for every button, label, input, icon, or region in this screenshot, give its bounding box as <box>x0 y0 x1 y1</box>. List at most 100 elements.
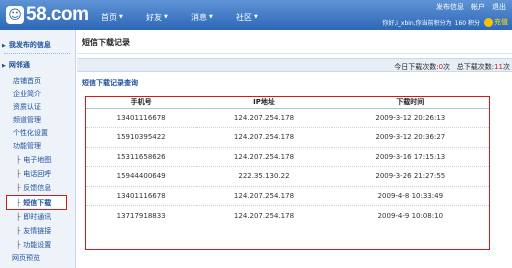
total-count-label: 总下载次数: <box>456 63 495 71</box>
ip-cell: 124.207.254.178 <box>196 186 332 206</box>
title-divider <box>77 53 512 54</box>
58-logo-icon: ☺ <box>6 6 24 24</box>
sidebar-divider <box>4 53 70 54</box>
nav-community-label: 社区 <box>236 12 252 22</box>
download-counts: 今日下载次数:0次 总下载次数:11次 <box>394 62 510 72</box>
table-header-row: 手机号 IP地址 下载时间 <box>86 97 489 109</box>
logo-text: 58.com <box>26 4 89 25</box>
nav-friends-label: 好友 <box>146 12 162 22</box>
time-cell: 2009-3-26 21:27:55 <box>331 166 489 187</box>
tree-branch-icon: ├ <box>16 184 21 192</box>
page-title: 短信下载记录 <box>82 38 130 47</box>
time-cell: 2009-4-9 10:08:10 <box>377 211 444 220</box>
sidebar-item-map[interactable]: ├ 电子地图 <box>16 155 51 165</box>
phone-cell: 13401116678 <box>86 108 197 128</box>
phone-cell: 13717918833 <box>116 211 166 220</box>
sidebar-item-shop-home[interactable]: 店铺首页 <box>13 76 41 86</box>
phone-cell: 15910395422 <box>86 127 197 148</box>
triangle-right-icon: ▶ <box>2 63 6 69</box>
tree-branch-icon: ├ <box>16 241 21 249</box>
sidebar-item-function-settings-label: 功能设置 <box>23 241 52 249</box>
sidebar-item-links[interactable]: ├ 友情链接 <box>16 226 51 236</box>
recharge-link[interactable]: 充值 <box>494 17 508 27</box>
ip-cell: 222.35.130.22 <box>196 166 332 187</box>
site-logo[interactable]: ☺ 58.com <box>6 4 89 26</box>
tree-branch-icon: ├ <box>16 170 21 178</box>
phone-cell: 13401116678 <box>86 186 197 206</box>
sidebar-shop[interactable]: ▶ 网邻通 <box>2 60 30 70</box>
triangle-right-icon: ▶ <box>2 43 6 49</box>
account-link[interactable]: 帐户 <box>471 2 485 12</box>
nav-messages[interactable]: 消息 ▼ <box>182 10 226 24</box>
main-nav: 首页 ▼ 好友 ▼ 消息 ▼ 社区 ▼ <box>92 10 272 24</box>
column-header-ip: IP地址 <box>196 97 332 109</box>
top-header: ☺ 58.com 首页 ▼ 好友 ▼ 消息 ▼ 社区 ▼ 发布信息 帐户 退出 … <box>0 0 512 30</box>
ip-cell: 124.207.254.178 <box>233 211 295 220</box>
nav-home[interactable]: 首页 ▼ <box>92 10 136 24</box>
top-links: 发布信息 帐户 退出 <box>429 2 506 12</box>
sidebar-shop-label: 网邻通 <box>8 61 30 69</box>
sidebar-item-company-intro[interactable]: 企业简介 <box>13 89 41 99</box>
main-content: 短信下载记录 今日下载次数:0次 总下载次数:11次 短信下载记录查询 手机号 … <box>77 30 512 268</box>
sidebar-item-map-label: 电子地图 <box>23 156 52 164</box>
ip-cell: 124.207.254.178 <box>196 127 332 148</box>
tree-branch-icon: ├ <box>16 156 21 164</box>
sidebar-item-channel-manage[interactable]: 频道管理 <box>13 115 41 125</box>
sidebar-item-callback[interactable]: ├ 电话回呼 <box>16 169 51 179</box>
sidebar-my-posts[interactable]: ▶ 我发布的信息 <box>2 40 51 50</box>
column-header-time: 下载时间 <box>331 97 489 109</box>
table-row: 13401116678 124.207.254.178 2009-4-8 10:… <box>86 186 489 206</box>
ip-cell: 124.207.254.178 <box>196 108 332 128</box>
today-count-label: 今日下载次数: <box>394 63 439 71</box>
phone-cell: 15944400649 <box>86 166 197 187</box>
sidebar-item-feedback-label: 反馈信息 <box>23 184 52 192</box>
chevron-down-icon: ▼ <box>164 14 168 20</box>
time-cell: 2009-3-16 17:15:13 <box>331 147 489 167</box>
sidebar-item-personalize[interactable]: 个性化设置 <box>13 128 48 138</box>
table-row: 13717918833 124.207.254.178 2009-4-9 10:… <box>86 206 489 226</box>
chevron-down-icon: ▼ <box>254 14 258 20</box>
sidebar-item-feedback[interactable]: ├ 反馈信息 <box>16 183 51 193</box>
sidebar-item-links-label: 友情链接 <box>23 227 52 235</box>
sms-download-text: 短信下载 <box>23 199 52 207</box>
table-row: 15311658626 124.207.254.178 2009-3-16 17… <box>86 147 489 167</box>
nav-messages-label: 消息 <box>191 12 207 22</box>
time-cell: 2009-3-12 20:26:13 <box>331 108 489 128</box>
nav-home-label: 首页 <box>101 12 117 22</box>
chevron-down-icon: ▼ <box>209 14 213 20</box>
sidebar-item-function-settings[interactable]: ├ 功能设置 <box>16 240 51 250</box>
sidebar-my-posts-label: 我发布的信息 <box>8 41 51 49</box>
table-row: 15910395422 124.207.254.178 2009-3-12 20… <box>86 127 489 148</box>
sidebar-item-im-label: 即时通讯 <box>23 213 52 221</box>
sidebar-item-callback-label: 电话回呼 <box>23 170 52 178</box>
nav-friends[interactable]: 好友 ▼ <box>137 10 181 24</box>
download-records-table: 手机号 IP地址 下载时间 13401116678 124.207.254.17… <box>85 96 490 250</box>
query-section-title: 短信下载记录查询 <box>82 79 138 87</box>
chevron-down-icon: ▼ <box>119 14 123 20</box>
sidebar: ▶ 我发布的信息 ▶ 网邻通 店铺首页 企业简介 资质认证 频道管理 个性化设置 功… <box>0 30 76 268</box>
sidebar-item-function-manage[interactable]: 功能管理 <box>13 141 41 151</box>
download-count-bar: 今日下载次数:0次 总下载次数:11次 <box>77 58 512 72</box>
tree-branch-icon: ├ <box>16 199 21 207</box>
total-count-value: 11 <box>494 63 503 71</box>
tree-branch-icon: ├ <box>16 213 21 221</box>
table-row: 15944400649 222.35.130.22 2009-3-26 21:2… <box>86 166 489 187</box>
ip-cell: 124.207.254.178 <box>196 147 332 167</box>
total-count-unit: 次 <box>503 63 510 71</box>
phone-cell: 15311658626 <box>86 147 197 167</box>
sidebar-item-sms-download-label: ├ 短信下载 <box>16 198 51 208</box>
time-cell: 2009-4-8 10:33:49 <box>331 186 489 206</box>
column-header-phone: 手机号 <box>86 97 197 109</box>
user-greeting: 你好,i_xbin,你当前积分为 <box>382 19 452 27</box>
coin-icon <box>484 17 493 27</box>
sidebar-item-page-preview[interactable]: 网页预览 <box>12 253 40 263</box>
table-row: 13401116678 124.207.254.178 2009-3-12 20… <box>86 108 489 128</box>
post-info-link[interactable]: 发布信息 <box>436 2 464 12</box>
sidebar-item-certification[interactable]: 资质认证 <box>13 102 41 112</box>
nav-community[interactable]: 社区 ▼ <box>227 10 271 24</box>
tree-branch-icon: ├ <box>16 227 21 235</box>
logout-link[interactable]: 退出 <box>492 2 506 12</box>
time-cell: 2009-3-12 20:36:27 <box>331 127 489 148</box>
today-count-unit: 次 <box>443 63 451 71</box>
sidebar-item-im[interactable]: ├ 即时通讯 <box>16 212 51 222</box>
